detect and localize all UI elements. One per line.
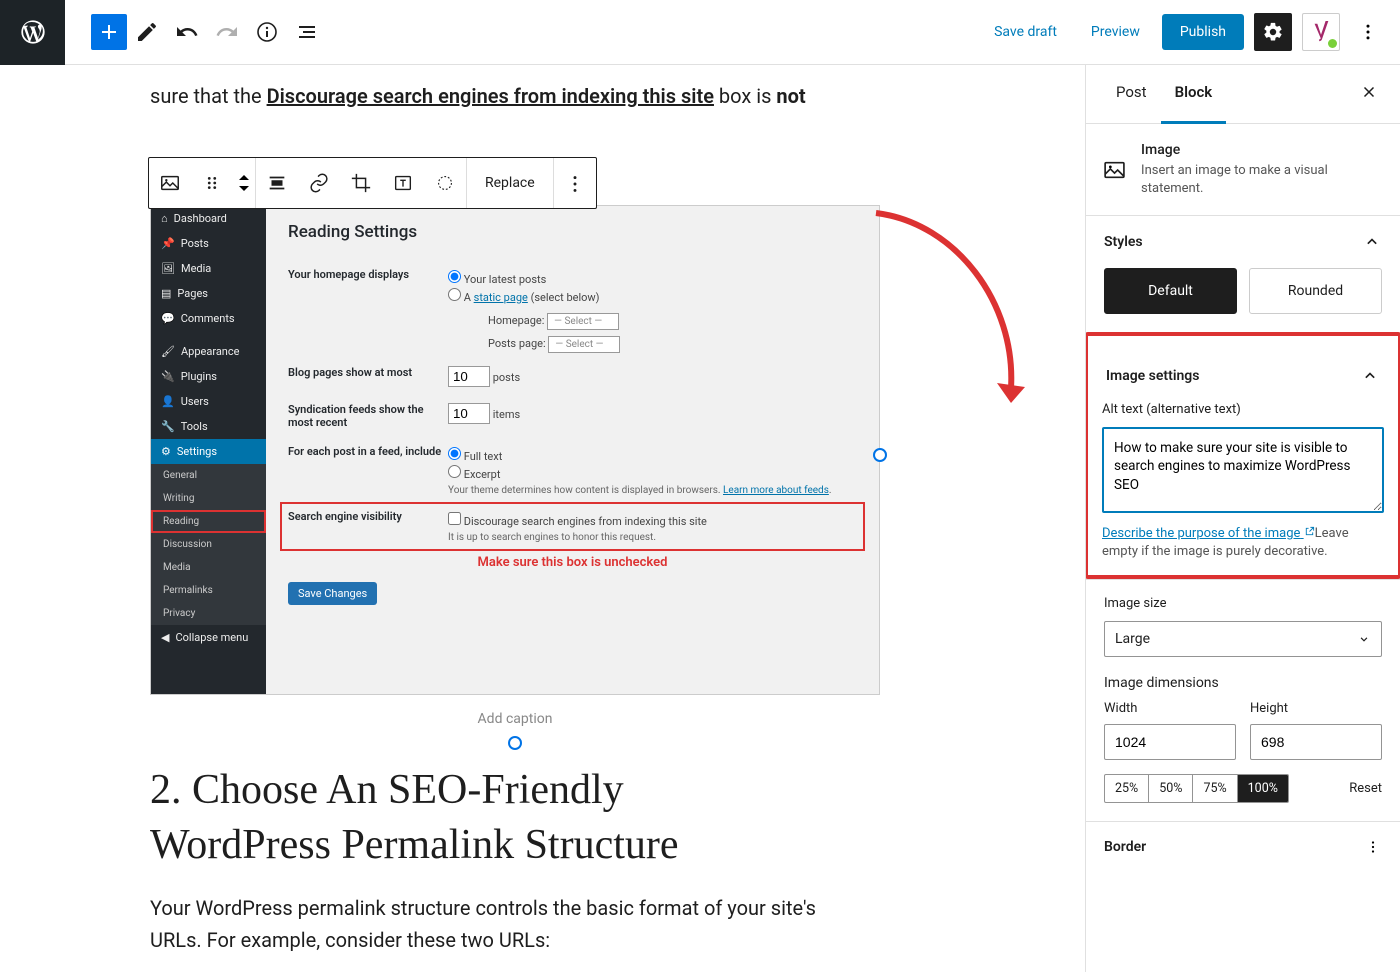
block-type-icon[interactable] — [149, 157, 191, 209]
styles-section-header[interactable]: Styles — [1086, 216, 1400, 268]
border-section-header[interactable]: Border — [1086, 822, 1400, 872]
move-up-icon[interactable] — [237, 173, 251, 183]
paragraph-block[interactable]: Your WordPress permalink structure contr… — [150, 892, 850, 956]
chevron-down-icon — [1357, 632, 1371, 646]
preview-button[interactable]: Preview — [1079, 16, 1152, 48]
paragraph-fragment[interactable]: sure that the Discourage search engines … — [16, 65, 1069, 115]
height-input[interactable] — [1250, 724, 1382, 760]
style-rounded-button[interactable]: Rounded — [1249, 268, 1382, 314]
resize-handle-bottom[interactable] — [508, 736, 522, 750]
height-label: Height — [1250, 701, 1288, 716]
save-draft-button[interactable]: Save draft — [982, 16, 1069, 48]
pct-25-button[interactable]: 25% — [1105, 775, 1149, 802]
move-down-icon[interactable] — [237, 183, 251, 193]
wp-logo[interactable] — [0, 0, 65, 65]
yoast-button[interactable] — [1302, 13, 1340, 51]
alt-text-input[interactable]: How to make sure your site is visible to… — [1102, 427, 1384, 513]
duotone-button[interactable] — [424, 157, 466, 209]
editor-topbar: Save draft Preview Publish — [0, 0, 1400, 65]
style-default-button[interactable]: Default — [1104, 268, 1237, 314]
reset-button[interactable]: Reset — [1349, 781, 1382, 796]
add-block-button[interactable] — [91, 14, 127, 50]
outline-button[interactable] — [287, 12, 327, 52]
settings-sidebar: Post Block Image Insert an image to make… — [1085, 65, 1400, 972]
image-block[interactable]: ⌂Dashboard 📌Posts 🖼Media ▤Pages 💬Comment… — [150, 205, 880, 743]
link-button[interactable] — [298, 157, 340, 209]
replace-button[interactable]: Replace — [467, 157, 553, 209]
tab-post[interactable]: Post — [1102, 65, 1161, 123]
annotation-arrow — [856, 203, 1036, 423]
undo-button[interactable] — [167, 12, 207, 52]
resize-handle-right[interactable] — [873, 448, 887, 462]
more-options-button[interactable] — [1350, 22, 1386, 42]
heading-block[interactable]: 2. Choose An SEO-Friendly WordPress Perm… — [150, 763, 810, 872]
block-type-title: Image — [1141, 142, 1384, 158]
block-more-button[interactable] — [554, 158, 596, 210]
tab-block[interactable]: Block — [1161, 65, 1227, 124]
image-size-select[interactable]: Large — [1104, 621, 1382, 657]
width-label: Width — [1104, 701, 1137, 716]
chevron-up-icon — [1362, 232, 1382, 252]
settings-button[interactable] — [1254, 13, 1292, 51]
mock-screenshot: ⌂Dashboard 📌Posts 🖼Media ▤Pages 💬Comment… — [150, 205, 880, 695]
editor-canvas: sure that the Discourage search engines … — [0, 65, 1085, 972]
block-toolbar: Replace — [148, 157, 597, 209]
details-button[interactable] — [247, 12, 287, 52]
align-button[interactable] — [256, 157, 298, 209]
image-dimensions-label: Image dimensions — [1104, 675, 1382, 691]
text-overlay-button[interactable] — [382, 157, 424, 209]
width-input[interactable] — [1104, 724, 1236, 760]
redo-button[interactable] — [207, 12, 247, 52]
alt-text-label: Alt text (alternative text) — [1102, 402, 1384, 417]
drag-handle-icon[interactable] — [191, 157, 233, 209]
edit-mode-button[interactable] — [127, 12, 167, 52]
pct-75-button[interactable]: 75% — [1193, 775, 1237, 802]
image-icon — [1102, 157, 1127, 183]
crop-button[interactable] — [340, 157, 382, 209]
image-settings-header[interactable]: Image settings — [1102, 350, 1384, 402]
pct-100-button[interactable]: 100% — [1238, 775, 1288, 802]
alt-help-link[interactable]: Describe the purpose of the image — [1102, 526, 1315, 541]
image-size-label: Image size — [1104, 596, 1382, 611]
close-sidebar-button[interactable] — [1354, 65, 1384, 123]
pct-50-button[interactable]: 50% — [1149, 775, 1193, 802]
kebab-icon — [1364, 838, 1382, 856]
block-type-desc: Insert an image to make a visual stateme… — [1141, 162, 1384, 197]
chevron-up-icon — [1360, 366, 1380, 386]
publish-button[interactable]: Publish — [1162, 14, 1244, 50]
percentage-group: 25% 50% 75% 100% — [1104, 774, 1289, 803]
